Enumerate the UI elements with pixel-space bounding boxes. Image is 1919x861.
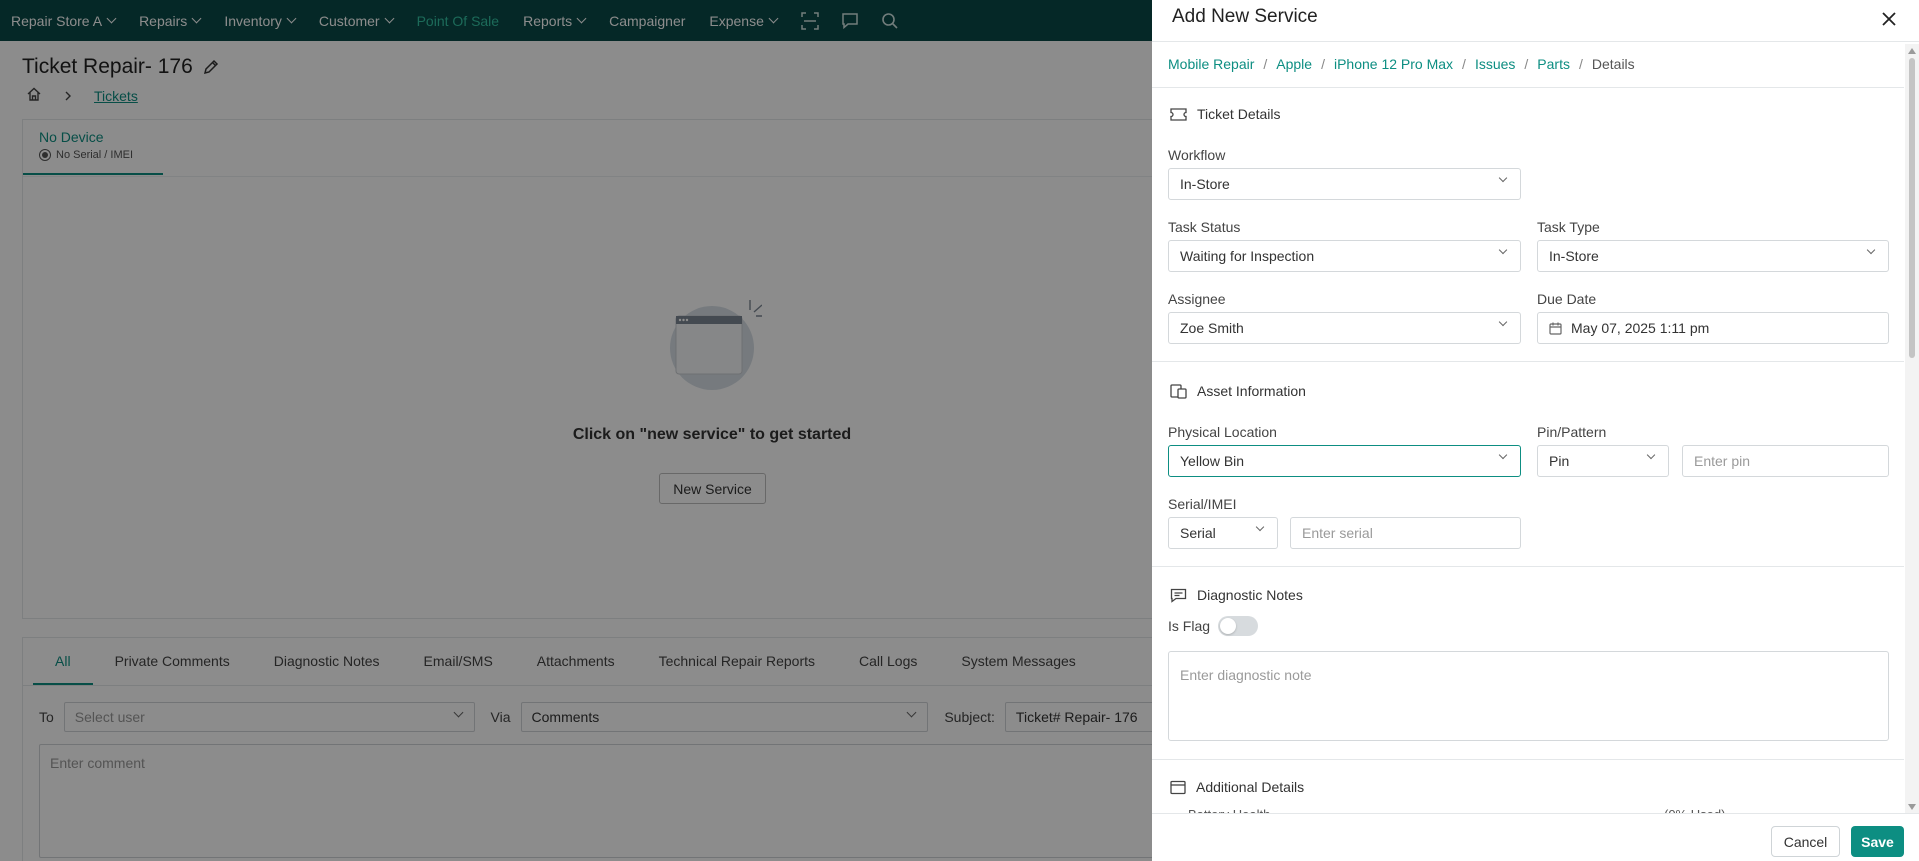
chevron-down-icon — [1646, 450, 1656, 460]
serial-placeholder: Enter serial — [1302, 525, 1373, 541]
chevron-down-icon — [1498, 317, 1508, 327]
due-date-picker[interactable]: May 07, 2025 1:11 pm — [1537, 312, 1889, 344]
physical-location-label: Physical Location — [1168, 424, 1277, 440]
serial-type-value: Serial — [1180, 525, 1216, 541]
additional-details-heading: Additional Details — [1170, 779, 1304, 795]
asset-info-heading: Asset Information — [1170, 383, 1306, 399]
drawer-header: Add New Service — [1152, 0, 1919, 42]
crumb-iphone-12-pro-max[interactable]: iPhone 12 Pro Max — [1334, 56, 1453, 72]
crumb-issues[interactable]: Issues — [1475, 56, 1515, 72]
cancel-button[interactable]: Cancel — [1771, 826, 1840, 857]
task-type-label: Task Type — [1537, 219, 1600, 235]
diagnostic-note-placeholder: Enter diagnostic note — [1180, 667, 1312, 683]
chevron-down-icon — [1498, 450, 1508, 460]
pin-input[interactable]: Enter pin — [1682, 445, 1889, 477]
close-icon[interactable] — [1879, 9, 1899, 29]
divider — [1152, 566, 1904, 567]
crumb-separator: / — [1462, 56, 1466, 72]
pin-pattern-label: Pin/Pattern — [1537, 424, 1607, 440]
crumb-separator: / — [1578, 56, 1583, 72]
task-status-label: Task Status — [1168, 219, 1241, 235]
task-status-value: Waiting for Inspection — [1180, 248, 1315, 264]
physical-location-select[interactable]: Yellow Bin — [1168, 445, 1521, 477]
is-flag-label: Is Flag — [1168, 618, 1211, 634]
drawer-scrollbar[interactable] — [1905, 44, 1919, 814]
diagnostic-notes-heading: Diagnostic Notes — [1170, 587, 1303, 603]
chevron-down-icon — [1866, 245, 1876, 255]
pin-placeholder: Enter pin — [1694, 453, 1751, 469]
due-date-label: Due Date — [1537, 291, 1597, 307]
chevron-down-icon — [1498, 245, 1508, 255]
divider — [1152, 759, 1904, 760]
crumb-apple[interactable]: Apple — [1276, 56, 1312, 72]
assignee-label: Assignee — [1168, 291, 1226, 307]
section-title: Ticket Details — [1197, 106, 1281, 122]
scroll-up-arrow-icon[interactable] — [1908, 48, 1916, 54]
ticket-icon — [1170, 107, 1187, 121]
save-button[interactable]: Save — [1851, 826, 1904, 857]
drawer-footer: Cancel Save — [1152, 813, 1919, 861]
assignee-value: Zoe Smith — [1180, 320, 1244, 336]
scroll-down-arrow-icon[interactable] — [1908, 804, 1916, 810]
section-title: Diagnostic Notes — [1197, 587, 1303, 603]
is-flag-toggle[interactable] — [1218, 616, 1258, 636]
scroll-thumb[interactable] — [1909, 58, 1915, 358]
crumb-separator: / — [1321, 56, 1325, 72]
crumb-mobile-repair[interactable]: Mobile Repair — [1168, 56, 1254, 72]
calendar-icon — [1549, 322, 1562, 335]
crumb-parts[interactable]: Parts — [1537, 56, 1570, 72]
modal-backdrop[interactable] — [0, 0, 1152, 861]
crumb-separator: / — [1524, 56, 1529, 72]
crumb-separator: / — [1263, 56, 1268, 72]
calendar-icon — [1170, 780, 1186, 794]
serial-type-select[interactable]: Serial — [1168, 517, 1278, 549]
comment-icon — [1170, 588, 1187, 603]
workflow-value: In-Store — [1180, 176, 1230, 192]
divider — [1152, 87, 1904, 88]
assignee-select[interactable]: Zoe Smith — [1168, 312, 1521, 344]
task-status-select[interactable]: Waiting for Inspection — [1168, 240, 1521, 272]
task-type-value: In-Store — [1549, 248, 1599, 264]
section-title: Additional Details — [1196, 779, 1305, 795]
drawer-breadcrumb: Mobile Repair / Apple / iPhone 12 Pro Max /… — [1168, 56, 1635, 72]
serial-input[interactable]: Enter serial — [1290, 517, 1521, 549]
due-date-value: May 07, 2025 1:11 pm — [1571, 320, 1710, 336]
task-type-select[interactable]: In-Store — [1537, 240, 1889, 272]
pin-type-value: Pin — [1549, 453, 1570, 469]
workflow-select[interactable]: In-Store — [1168, 168, 1521, 200]
physical-location-value: Yellow Bin — [1180, 453, 1245, 469]
section-title: Asset Information — [1197, 383, 1306, 399]
chevron-down-icon — [1498, 173, 1508, 183]
pin-type-select[interactable]: Pin — [1537, 445, 1669, 477]
crumb-details: Details — [1591, 56, 1635, 72]
divider — [1152, 361, 1904, 362]
drawer-title: Add New Service — [1172, 6, 1318, 27]
workflow-label: Workflow — [1168, 147, 1226, 163]
diagnostic-note-textarea[interactable]: Enter diagnostic note — [1168, 651, 1889, 741]
devices-icon — [1170, 383, 1187, 399]
serial-imei-label: Serial/IMEI — [1168, 496, 1237, 512]
ticket-details-heading: Ticket Details — [1170, 106, 1281, 122]
chevron-down-icon — [1255, 522, 1265, 532]
